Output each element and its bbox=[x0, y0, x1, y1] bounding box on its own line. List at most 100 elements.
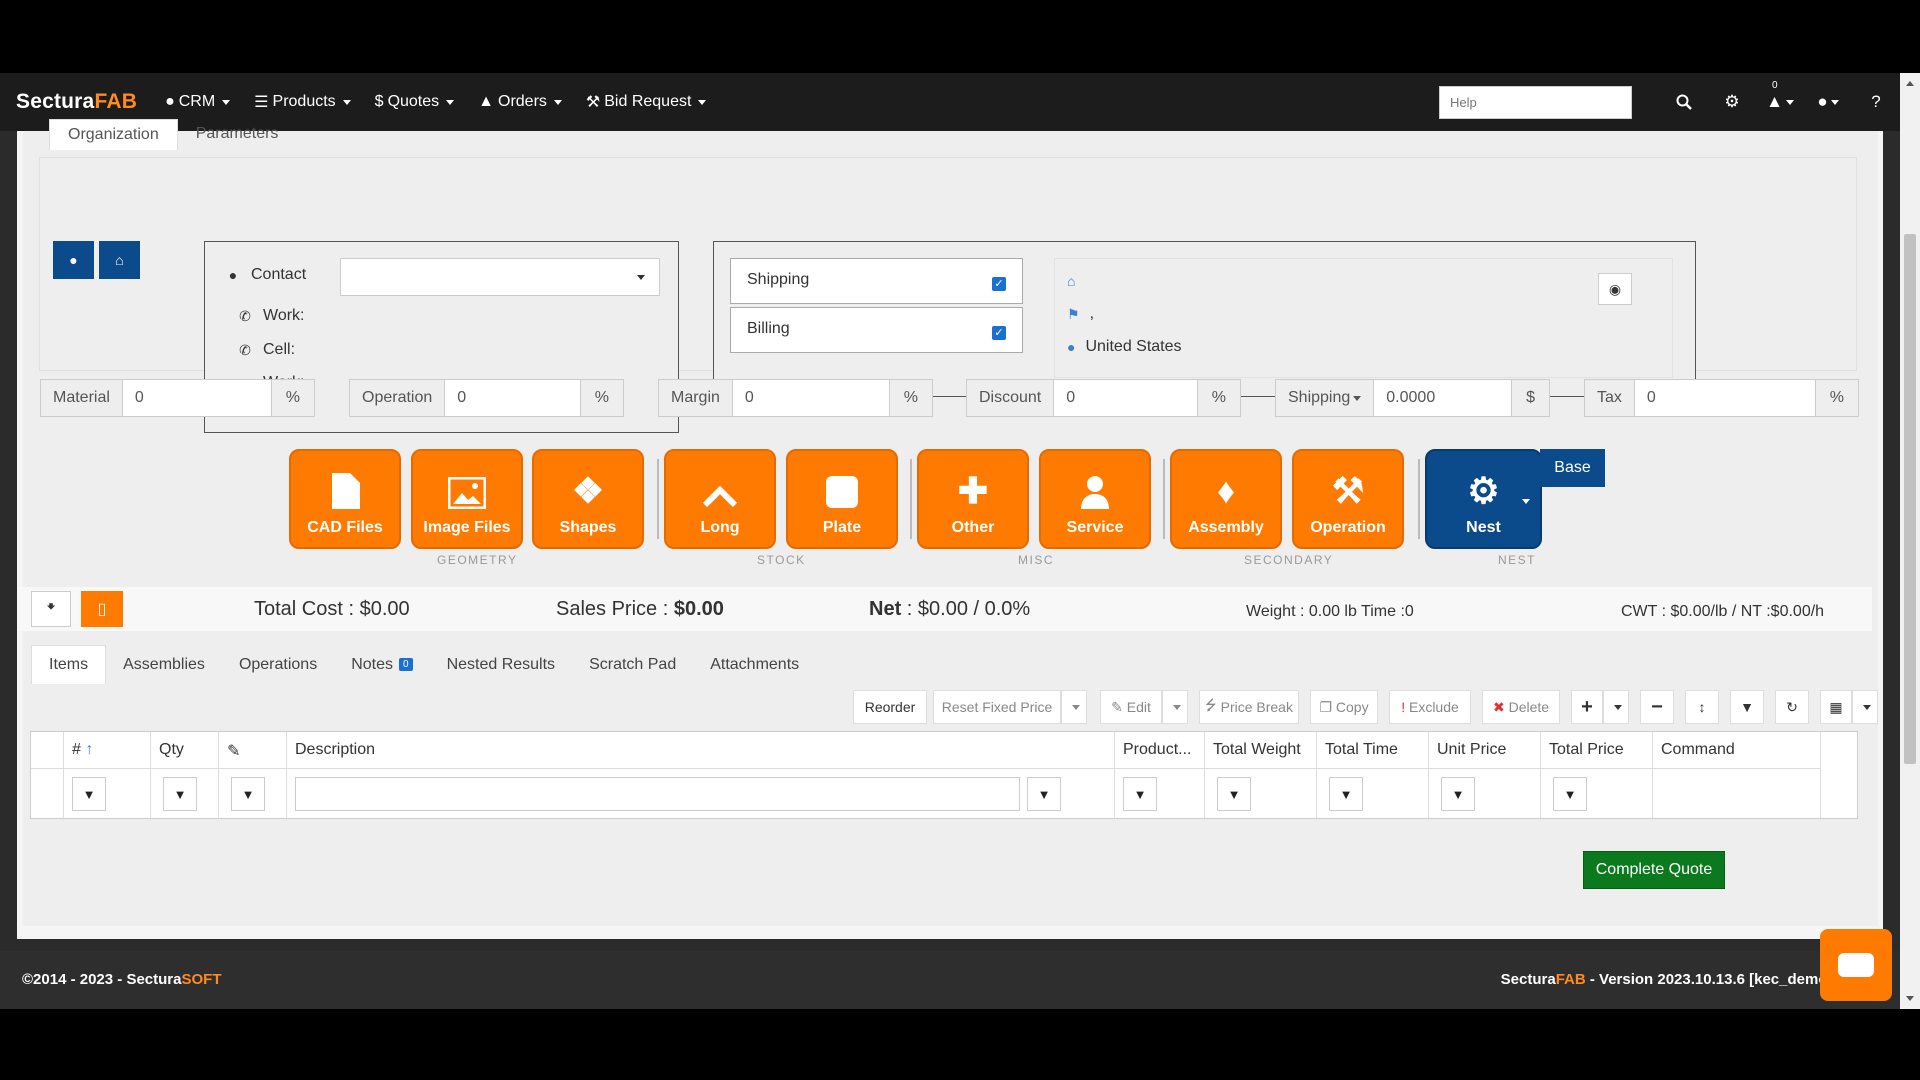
column-header-total-price[interactable]: Total Price bbox=[1541, 732, 1653, 768]
billing-checkbox[interactable]: ✓ bbox=[992, 326, 1006, 340]
cad-files-button[interactable]: CAD Files bbox=[289, 449, 401, 549]
scroll-up-icon[interactable] bbox=[1906, 81, 1914, 86]
contact-select[interactable] bbox=[340, 258, 660, 296]
column-header-qty[interactable]: Qty bbox=[151, 732, 219, 768]
contact-button[interactable]: ● bbox=[53, 241, 94, 279]
map-button[interactable]: ◉ bbox=[1598, 273, 1632, 305]
column-header-description[interactable]: Description bbox=[287, 732, 1115, 768]
operation-input[interactable]: 0 bbox=[445, 380, 580, 416]
tab-operations[interactable]: Operations bbox=[222, 645, 334, 684]
copy-button[interactable]: ❐ Copy bbox=[1310, 690, 1378, 724]
tab-items[interactable]: Items bbox=[31, 645, 107, 684]
home-icon: ⌂ bbox=[115, 252, 124, 268]
shipping-type-dropdown[interactable]: Shipping bbox=[1276, 380, 1375, 416]
service-button[interactable]: Service bbox=[1039, 449, 1151, 549]
reset-fixed-price-dropdown[interactable] bbox=[1061, 690, 1087, 724]
nav-bid-request[interactable]: ⚒ Bid Request bbox=[586, 92, 707, 112]
filter-number-button[interactable]: ▼ bbox=[72, 777, 106, 811]
filter-total-time-button[interactable]: ▼ bbox=[1329, 777, 1363, 811]
shipping-checkbox[interactable]: ✓ bbox=[992, 277, 1006, 291]
complete-quote-button[interactable]: Complete Quote bbox=[1583, 851, 1725, 889]
operation-button[interactable]: ⚒ Operation bbox=[1292, 449, 1404, 549]
sort-up-icon: ↑ bbox=[85, 741, 94, 758]
filter-button[interactable]: ▼ bbox=[1730, 690, 1764, 724]
nav-crm[interactable]: ● CRM bbox=[165, 92, 231, 112]
billing-field[interactable]: Billing ✓ bbox=[730, 307, 1023, 353]
gear-icon[interactable]: ⚙ bbox=[1708, 92, 1756, 112]
base-button[interactable]: Base bbox=[1540, 449, 1605, 487]
column-header-number[interactable]: # ↑ bbox=[64, 732, 151, 768]
tab-attachments[interactable]: Attachments bbox=[693, 645, 816, 684]
shapes-button[interactable]: ❖ Shapes bbox=[532, 449, 644, 549]
tab-organization[interactable]: Organization bbox=[49, 119, 178, 150]
help-search-input[interactable] bbox=[1439, 85, 1632, 119]
image-files-button[interactable]: Image Files bbox=[411, 449, 523, 549]
column-header-total-weight[interactable]: Total Weight bbox=[1205, 732, 1317, 768]
chat-widget-button[interactable] bbox=[1820, 929, 1892, 1001]
other-button[interactable]: ✚ Other bbox=[917, 449, 1029, 549]
search-icon[interactable] bbox=[1660, 94, 1708, 110]
column-header-command[interactable]: Command bbox=[1653, 732, 1821, 768]
brand-logo[interactable]: SecturaFAB bbox=[16, 90, 137, 114]
nav-products[interactable]: ☰ Products bbox=[254, 92, 351, 112]
edit-dropdown[interactable] bbox=[1162, 690, 1188, 724]
column-header-unit-price[interactable]: Unit Price bbox=[1429, 732, 1541, 768]
scroll-down-icon[interactable] bbox=[1906, 996, 1914, 1001]
vertical-scrollbar[interactable] bbox=[1900, 73, 1920, 1009]
columns-dropdown[interactable] bbox=[1852, 690, 1878, 724]
tab-assemblies[interactable]: Assemblies bbox=[106, 645, 222, 684]
tab-nested-results[interactable]: Nested Results bbox=[430, 645, 573, 684]
group-label-misc: MISC bbox=[1018, 553, 1054, 567]
download-button[interactable]: 🠻 bbox=[31, 591, 71, 627]
nest-button[interactable]: ⚙ Nest bbox=[1425, 449, 1542, 549]
assembly-button[interactable]: ♦ Assembly bbox=[1170, 449, 1282, 549]
discount-input[interactable]: 0 bbox=[1054, 380, 1197, 416]
home-button[interactable]: ⌂ bbox=[99, 241, 140, 279]
long-button[interactable]: Long bbox=[664, 449, 776, 549]
filter-total-weight-button[interactable]: ▼ bbox=[1217, 777, 1251, 811]
group-separator bbox=[1163, 459, 1165, 539]
filter-icon: ▼ bbox=[1740, 699, 1754, 715]
notifications-bell-icon[interactable]: 0 ▲ bbox=[1756, 80, 1804, 112]
filter-qty-button[interactable]: ▼ bbox=[163, 777, 197, 811]
filter-total-price-button[interactable]: ▼ bbox=[1553, 777, 1587, 811]
tab-parameters[interactable]: Parameters bbox=[178, 119, 297, 150]
question-icon[interactable]: ? bbox=[1852, 92, 1900, 112]
shipping-field[interactable]: Shipping ✓ bbox=[730, 258, 1023, 304]
column-header-attachment[interactable]: ✎ bbox=[219, 732, 287, 768]
scrollbar-thumb[interactable] bbox=[1904, 234, 1916, 764]
expand-height-button[interactable]: ↕ bbox=[1685, 690, 1719, 724]
exclude-button[interactable]: ! Exclude bbox=[1389, 690, 1471, 724]
add-item-button[interactable]: + bbox=[1571, 690, 1603, 724]
delete-button[interactable]: ✖ Delete bbox=[1482, 690, 1560, 724]
user-menu-icon[interactable]: ● bbox=[1804, 92, 1852, 112]
puzzle-icon: ❖ bbox=[571, 470, 605, 511]
plate-button[interactable]: Plate bbox=[786, 449, 898, 549]
filter-unit-price-button[interactable]: ▼ bbox=[1441, 777, 1475, 811]
column-header-product[interactable]: Product... bbox=[1115, 732, 1205, 768]
filter-description-button[interactable]: ▼ bbox=[1027, 777, 1061, 811]
nav-quotes[interactable]: $ Quotes bbox=[375, 92, 455, 112]
tab-scratch-pad[interactable]: Scratch Pad bbox=[572, 645, 693, 684]
shipping-input[interactable]: 0.0000 bbox=[1374, 380, 1511, 416]
columns-button[interactable]: ▦ bbox=[1820, 690, 1852, 724]
nav-orders[interactable]: ▲ Orders bbox=[478, 92, 562, 112]
collapse-button[interactable]: − bbox=[1640, 690, 1674, 724]
caret-down-icon[interactable] bbox=[1522, 499, 1530, 504]
tab-notes[interactable]: Notes 0 bbox=[334, 645, 429, 684]
filter-attachment-button[interactable]: ▼ bbox=[231, 777, 265, 811]
price-break-button[interactable]: ⭍ Price Break bbox=[1199, 690, 1299, 724]
edit-button[interactable]: ✎ Edit bbox=[1100, 690, 1162, 724]
pdf-button[interactable]: ▯ bbox=[81, 591, 123, 627]
add-item-dropdown[interactable] bbox=[1603, 690, 1629, 724]
margin-input[interactable]: 0 bbox=[733, 380, 889, 416]
reset-fixed-price-button[interactable]: Reset Fixed Price bbox=[933, 690, 1061, 724]
globe-icon: ◉ bbox=[1608, 280, 1622, 297]
tax-input[interactable]: 0 bbox=[1635, 380, 1815, 416]
filter-product-button[interactable]: ▼ bbox=[1123, 777, 1157, 811]
reorder-button[interactable]: Reorder bbox=[853, 690, 927, 724]
refresh-button[interactable]: ↻ bbox=[1775, 690, 1809, 724]
description-filter-input[interactable] bbox=[295, 777, 1020, 811]
material-input[interactable]: 0 bbox=[123, 380, 271, 416]
column-header-total-time[interactable]: Total Time bbox=[1317, 732, 1429, 768]
